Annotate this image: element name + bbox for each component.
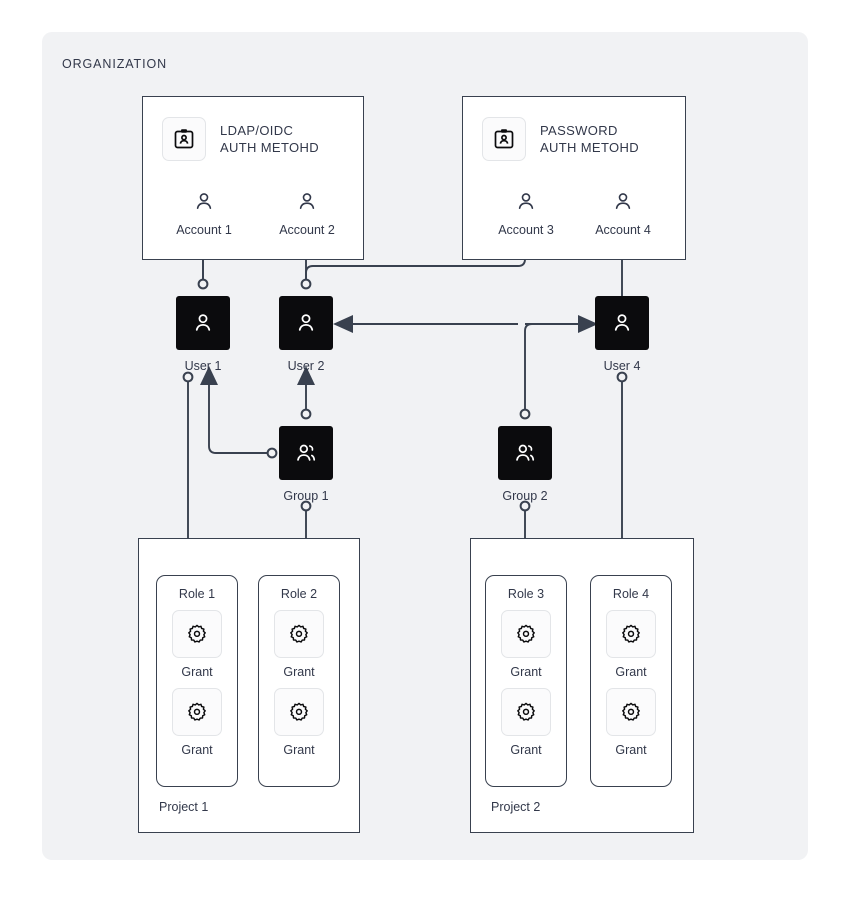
grant-label: Grant <box>283 665 315 679</box>
grant-item: Grant <box>606 688 656 757</box>
user-node-user-2: User 2 <box>260 296 352 373</box>
user-label: User 2 <box>287 359 325 373</box>
gear-icon <box>606 688 656 736</box>
group-label: Group 2 <box>502 489 548 503</box>
user-node-user-4: User 4 <box>576 296 668 373</box>
diagram-canvas: ORGANIZATION LDAP/OIDC AUTH METOHD Accou… <box>0 0 846 902</box>
grant-label: Grant <box>510 743 542 757</box>
auth-method-label: LDAP/OIDC AUTH METOHD <box>220 123 319 155</box>
role-label: Role 2 <box>280 587 318 601</box>
person-icon <box>480 189 572 215</box>
grant-item: Grant <box>274 610 324 679</box>
gear-icon <box>501 688 551 736</box>
account-label: Account 3 <box>498 223 554 237</box>
auth-method-header: PASSWORD AUTH METOHD <box>482 117 639 161</box>
grant-label: Grant <box>283 743 315 757</box>
person-icon <box>577 189 669 215</box>
group-label: Group 1 <box>283 489 329 503</box>
group-node-group-1: Group 1 <box>260 426 352 503</box>
role-box-role-3: Role 3 Grant Grant <box>485 575 567 787</box>
account-label: Account 2 <box>279 223 335 237</box>
auth-method-label: PASSWORD AUTH METOHD <box>540 123 639 155</box>
users-group-icon <box>279 426 333 480</box>
organization-title: ORGANIZATION <box>62 57 168 71</box>
account-node-account-1: Account 1 <box>158 189 250 237</box>
role-box-role-1: Role 1 Grant Grant <box>156 575 238 787</box>
user-icon <box>595 296 649 350</box>
account-node-account-3: Account 3 <box>480 189 572 237</box>
person-icon <box>261 189 353 215</box>
auth-method-header: LDAP/OIDC AUTH METOHD <box>162 117 319 161</box>
grant-label: Grant <box>615 743 647 757</box>
role-label: Role 1 <box>178 587 216 601</box>
grant-item: Grant <box>501 610 551 679</box>
user-icon <box>279 296 333 350</box>
gear-icon <box>606 610 656 658</box>
project-label: Project 2 <box>491 800 541 814</box>
grant-item: Grant <box>501 688 551 757</box>
project-box-project-2: Role 3 Grant Grant Role 4 Grant Grant Pr… <box>470 538 694 833</box>
auth-method-box-password: PASSWORD AUTH METOHD Account 3 Account 4 <box>462 96 686 260</box>
users-group-icon <box>498 426 552 480</box>
user-label: User 4 <box>603 359 641 373</box>
gear-icon <box>172 610 222 658</box>
gear-icon <box>274 610 324 658</box>
account-label: Account 4 <box>595 223 651 237</box>
user-icon <box>176 296 230 350</box>
account-label: Account 1 <box>176 223 232 237</box>
grant-item: Grant <box>172 688 222 757</box>
grant-label: Grant <box>510 665 542 679</box>
auth-method-box-ldap-oidc: LDAP/OIDC AUTH METOHD Account 1 Account … <box>142 96 364 260</box>
account-node-account-4: Account 4 <box>577 189 669 237</box>
grant-label: Grant <box>181 743 213 757</box>
person-icon <box>158 189 250 215</box>
id-badge-icon <box>482 117 526 161</box>
user-label: User 1 <box>184 359 222 373</box>
grant-item: Grant <box>172 610 222 679</box>
grant-item: Grant <box>606 610 656 679</box>
grant-label: Grant <box>181 665 213 679</box>
gear-icon <box>501 610 551 658</box>
group-node-group-2: Group 2 <box>479 426 571 503</box>
role-label: Role 4 <box>612 587 650 601</box>
role-box-role-4: Role 4 Grant Grant <box>590 575 672 787</box>
grant-item: Grant <box>274 688 324 757</box>
gear-icon <box>172 688 222 736</box>
gear-icon <box>274 688 324 736</box>
id-badge-icon <box>162 117 206 161</box>
project-box-project-1: Role 1 Grant Grant Role 2 Grant Grant Pr… <box>138 538 360 833</box>
user-node-user-1: User 1 <box>157 296 249 373</box>
grant-label: Grant <box>615 665 647 679</box>
project-label: Project 1 <box>159 800 209 814</box>
role-label: Role 3 <box>507 587 545 601</box>
account-node-account-2: Account 2 <box>261 189 353 237</box>
role-box-role-2: Role 2 Grant Grant <box>258 575 340 787</box>
